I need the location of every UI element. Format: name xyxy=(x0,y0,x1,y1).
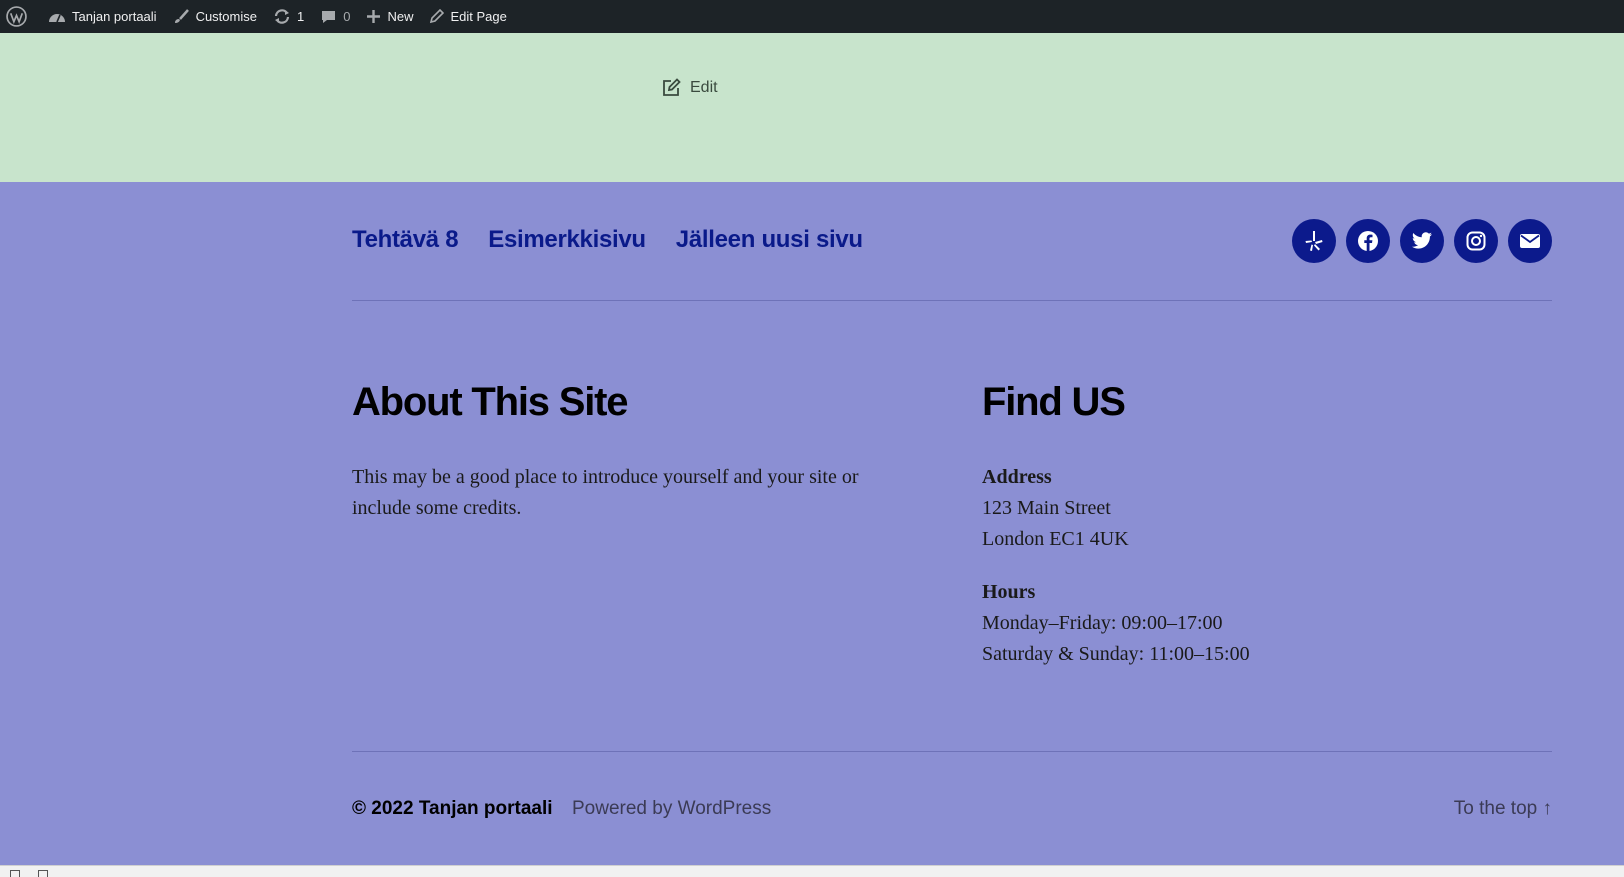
mail-icon xyxy=(1520,234,1540,248)
edit-label: Edit xyxy=(690,79,718,96)
updates-link[interactable]: 1 xyxy=(265,0,312,33)
social-links xyxy=(1292,219,1552,263)
new-label: New xyxy=(387,9,414,24)
site-footer: Tehtävä 8 Esimerkkisivu Jälleen uusi siv… xyxy=(0,182,1624,865)
edit-link[interactable]: Edit xyxy=(661,78,718,98)
comments-count: 0 xyxy=(343,9,351,24)
address-line-2: London EC1 4UK xyxy=(982,528,1129,550)
yelp-link[interactable] xyxy=(1292,219,1336,263)
mail-link[interactable] xyxy=(1508,219,1552,263)
instagram-link[interactable] xyxy=(1454,219,1498,263)
footer-divider-top xyxy=(352,300,1552,301)
hours-line-1: Monday–Friday: 09:00–17:00 xyxy=(982,612,1223,634)
twitter-icon xyxy=(1412,232,1432,249)
site-name-link[interactable]: Tanjan portaali xyxy=(40,0,165,33)
updates-icon xyxy=(274,9,290,24)
find-us-details: Address 123 Main Street London EC1 4UK H… xyxy=(982,462,1250,670)
hours-label: Hours xyxy=(982,581,1036,603)
plus-icon xyxy=(367,10,381,23)
comment-icon xyxy=(322,10,336,23)
instagram-icon xyxy=(1466,231,1486,251)
pencil-icon xyxy=(430,9,445,24)
footer-menu: Tehtävä 8 Esimerkkisivu Jälleen uusi siv… xyxy=(352,226,863,254)
updates-count: 1 xyxy=(296,9,305,24)
find-us-title: Find US xyxy=(982,380,1126,424)
footer-link-tehtava-8[interactable]: Tehtävä 8 xyxy=(352,226,459,254)
facebook-link[interactable] xyxy=(1346,219,1390,263)
brush-icon xyxy=(174,9,189,23)
footer-link-jalleen-uusi-sivu[interactable]: Jälleen uusi sivu xyxy=(676,226,863,254)
new-content-link[interactable]: New xyxy=(358,0,421,33)
facebook-icon xyxy=(1358,231,1378,251)
hours-line-2: Saturday & Sunday: 11:00–15:00 xyxy=(982,643,1250,665)
devtools-strip xyxy=(0,865,1624,877)
footer-divider-bottom xyxy=(352,751,1552,752)
customise-label: Customise xyxy=(195,9,257,24)
hours-block: Hours Monday–Friday: 09:00–17:00 Saturda… xyxy=(982,577,1250,670)
powered-by-link[interactable]: Powered by WordPress xyxy=(572,798,771,820)
admin-bar: Tanjan portaali Customise 1 0 New Edit P… xyxy=(0,0,1624,33)
footer-link-esimerkkisivu[interactable]: Esimerkkisivu xyxy=(488,226,646,254)
site-name-label: Tanjan portaali xyxy=(72,9,157,24)
yelp-icon xyxy=(1305,231,1323,251)
wordpress-logo-button[interactable] xyxy=(0,0,40,33)
edit-section: Edit xyxy=(0,33,1624,182)
customise-link[interactable]: Customise xyxy=(165,0,265,33)
about-title: About This Site xyxy=(352,380,629,424)
twitter-link[interactable] xyxy=(1400,219,1444,263)
to-the-top-link[interactable]: To the top ↑ xyxy=(1454,798,1552,820)
edit-page-link[interactable]: Edit Page xyxy=(421,0,514,33)
address-label: Address xyxy=(982,466,1052,488)
dashboard-icon xyxy=(49,13,65,22)
edit-page-label: Edit Page xyxy=(450,9,507,24)
inspect-icon[interactable] xyxy=(10,870,20,877)
about-text: This may be a good place to introduce yo… xyxy=(352,466,859,519)
wordpress-icon xyxy=(6,6,27,27)
address-line-1: 123 Main Street xyxy=(982,497,1111,519)
device-icon[interactable] xyxy=(38,870,48,877)
comments-link[interactable]: 0 xyxy=(312,0,358,33)
copyright-link[interactable]: © 2022 Tanjan portaali xyxy=(352,798,553,820)
address-block: Address 123 Main Street London EC1 4UK xyxy=(982,462,1250,555)
edit-icon xyxy=(663,78,681,96)
